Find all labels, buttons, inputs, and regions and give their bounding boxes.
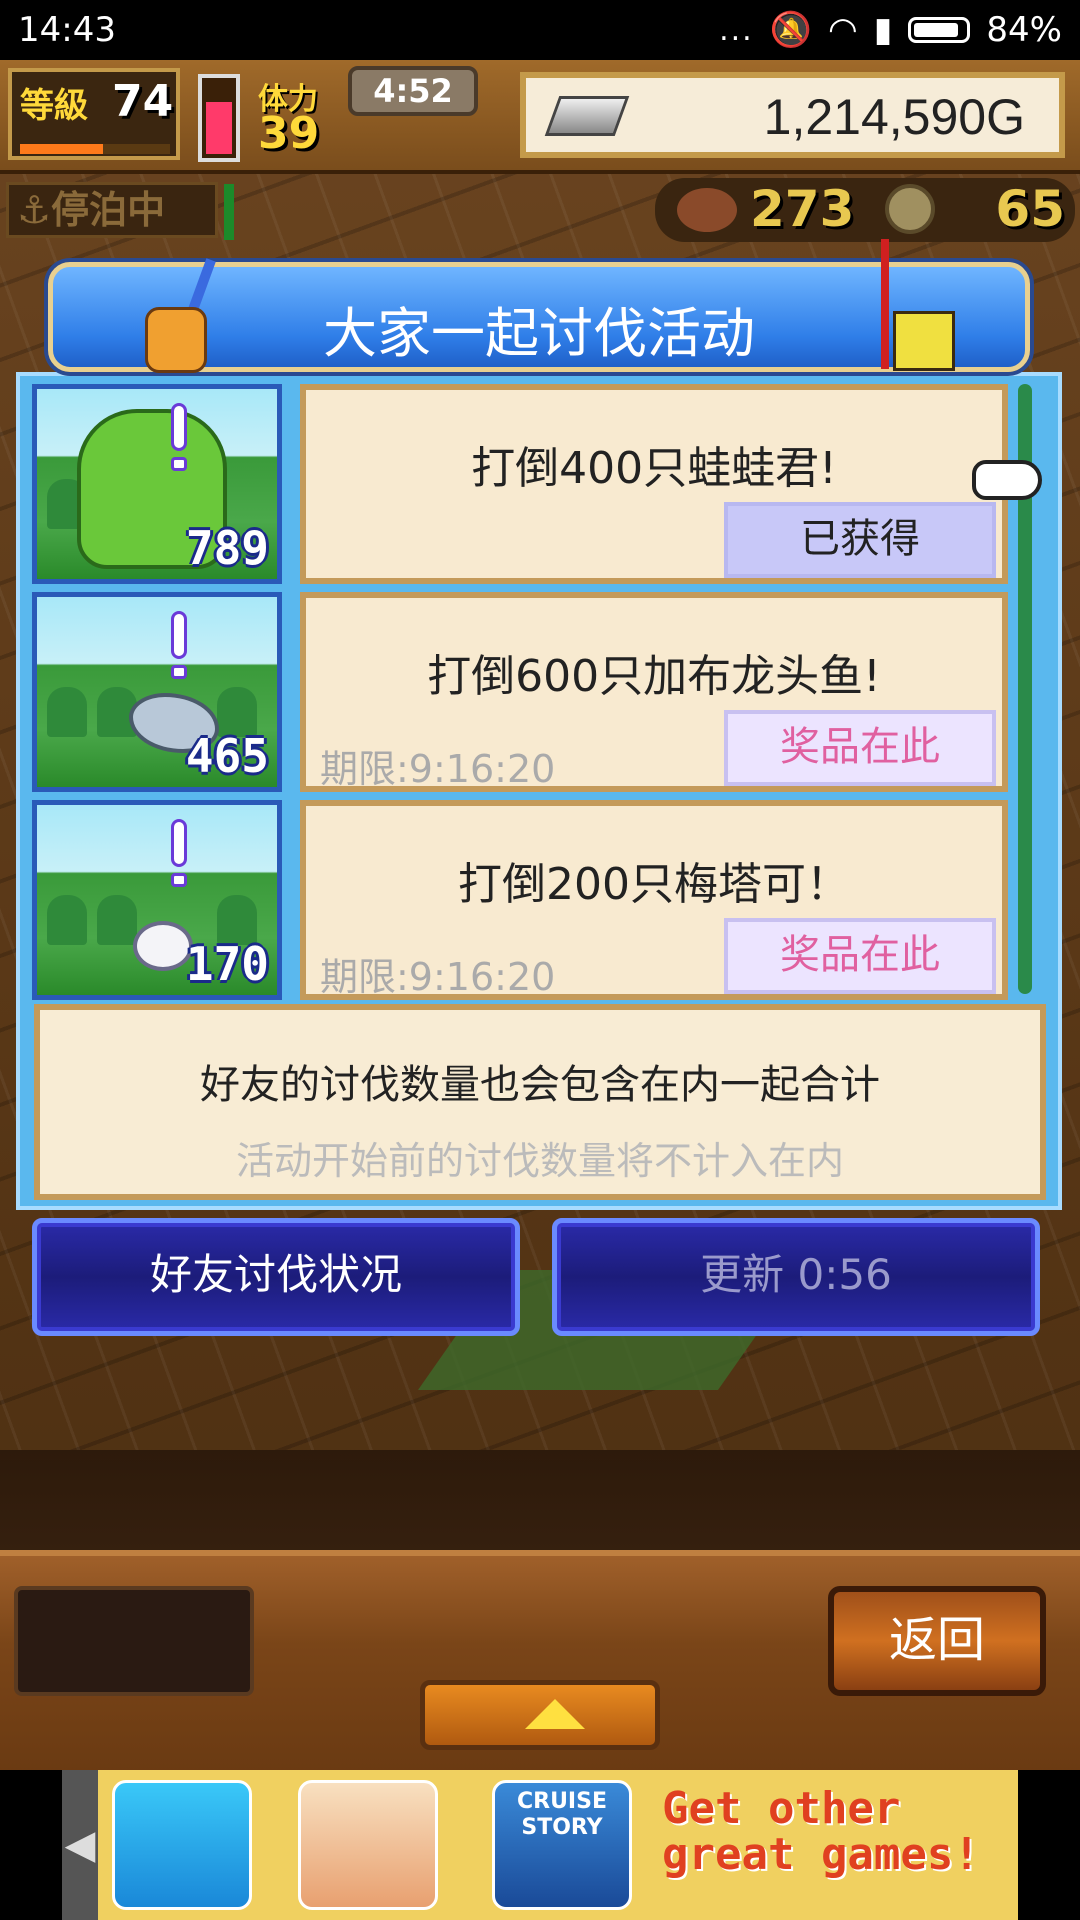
level-progress-bar bbox=[20, 144, 170, 154]
claim-prize-button[interactable]: 奖品在此 bbox=[724, 710, 996, 786]
alert-dot bbox=[171, 873, 187, 887]
claim-prize-button[interactable]: 奖品在此 bbox=[724, 918, 996, 994]
alert-icon bbox=[171, 403, 187, 451]
mission-deadline: 期限:9:16:20 bbox=[320, 747, 556, 791]
meat-icon bbox=[677, 188, 737, 232]
monster-thumbnail: 170 bbox=[32, 800, 282, 1000]
bottom-menu: 返回 bbox=[0, 1550, 1080, 1776]
stamina-gauge bbox=[198, 74, 240, 162]
friends-status-button[interactable]: 好友讨伐状况 bbox=[32, 1218, 520, 1336]
more-dots-icon: ... bbox=[719, 12, 754, 48]
alert-icon bbox=[171, 611, 187, 659]
back-button[interactable]: 返回 bbox=[828, 1586, 1046, 1696]
battery-icon bbox=[908, 17, 971, 43]
mission-card: 打倒200只梅塔可！ 期限:9:16:20 奖品在此 bbox=[300, 800, 1008, 1000]
knight-mascot-icon bbox=[893, 311, 955, 371]
game-tile-cruise[interactable]: CRUISE STORY bbox=[492, 1780, 632, 1910]
event-title-banner: 大家一起讨伐活动 bbox=[48, 239, 1030, 373]
ad-text[interactable]: Get other great games! bbox=[662, 1786, 1022, 1878]
monster-thumbnail: 465 bbox=[32, 592, 282, 792]
rabbit-monster-icon bbox=[133, 921, 193, 971]
signal-icon: ▮ bbox=[873, 10, 893, 50]
note-sub-text: 活动开始前的讨伐数量将不计入在内 bbox=[235, 1139, 844, 1183]
game-tile-rocket[interactable] bbox=[112, 1780, 252, 1910]
gold-display: 1,214,590G bbox=[520, 72, 1065, 158]
medal-value: 65 bbox=[995, 180, 1065, 238]
chevron-left-icon[interactable]: ◀ bbox=[62, 1770, 98, 1920]
level-progress-fill bbox=[20, 144, 103, 154]
stamina-value: 39 bbox=[258, 108, 320, 159]
battery-percent: 84% bbox=[986, 10, 1062, 50]
mission-card: 打倒600只加布龙头鱼! 期限:9:16:20 奖品在此 bbox=[300, 592, 1008, 792]
stamina-timer: 4:52 bbox=[348, 66, 478, 116]
status-bar: 14:43 ... 🔕 ◠ ▮ 84% bbox=[0, 0, 1080, 60]
clock: 14:43 bbox=[18, 10, 116, 50]
mission-title: 打倒200只梅塔可！ bbox=[458, 859, 850, 910]
event-item: 465 打倒600只加布龙头鱼! 期限:9:16:20 奖品在此 bbox=[32, 592, 1008, 792]
alert-icon bbox=[171, 819, 187, 867]
alert-dot bbox=[171, 665, 187, 679]
event-item: 170 打倒200只梅塔可！ 期限:9:16:20 奖品在此 bbox=[32, 800, 1008, 1000]
ad-content[interactable]: ◀ CRUISE STORY Get other great games! bbox=[62, 1770, 1018, 1920]
mission-card: 打倒400只蛙蛙君! 已获得 bbox=[300, 384, 1008, 584]
level-display[interactable]: 等級 74 bbox=[8, 68, 180, 160]
level-label: 等級 bbox=[20, 86, 88, 126]
port-status[interactable]: ⚓停泊中 bbox=[6, 182, 218, 238]
silver-ingot-icon bbox=[544, 96, 630, 136]
mute-bell-icon: 🔕 bbox=[769, 10, 813, 50]
event-note: 好友的讨伐数量也会包含在内一起合计 活动开始前的讨伐数量将不计入在内 bbox=[34, 1004, 1046, 1200]
pointing-hand-icon bbox=[972, 460, 1042, 500]
kill-count: 170 bbox=[185, 937, 269, 991]
medal-icon bbox=[885, 184, 935, 234]
bush bbox=[47, 895, 87, 945]
wifi-icon: ◠ bbox=[828, 10, 858, 50]
game-tile-fashion[interactable] bbox=[298, 1780, 438, 1910]
spear-icon bbox=[881, 239, 889, 369]
mission-title: 打倒400只蛙蛙君! bbox=[471, 443, 837, 494]
alert-dot bbox=[171, 457, 187, 471]
bush bbox=[47, 687, 87, 737]
mission-deadline: 期限:9:16:20 bbox=[320, 955, 556, 999]
event-title: 大家一起讨伐活动 bbox=[323, 302, 755, 365]
port-status-label: 停泊中 bbox=[51, 188, 166, 232]
up-arrow-icon bbox=[525, 1699, 585, 1729]
update-button[interactable]: 更新 0:56 bbox=[552, 1218, 1040, 1336]
ad-banner[interactable]: ◀ CRUISE STORY Get other great games! bbox=[0, 1770, 1080, 1920]
food-value: 273 bbox=[750, 180, 855, 238]
resource-box: 273 65 bbox=[655, 178, 1075, 242]
note-main-text: 好友的讨伐数量也会包含在内一起合计 bbox=[200, 1062, 880, 1108]
mission-title: 打倒600只加布龙头鱼! bbox=[427, 651, 881, 702]
kill-count: 465 bbox=[185, 729, 269, 783]
kill-count: 789 bbox=[185, 521, 269, 575]
status-indicator bbox=[224, 184, 234, 240]
top-hud: 等級 74 体力 39 4:52 1,214,590G bbox=[0, 60, 1080, 174]
event-item: 789 打倒400只蛙蛙君! 已获得 bbox=[32, 384, 1008, 584]
expand-menu-button[interactable] bbox=[420, 1680, 660, 1750]
bush bbox=[97, 895, 137, 945]
level-value: 74 bbox=[112, 76, 174, 127]
info-slot bbox=[14, 1586, 254, 1696]
monster-thumbnail: 789 bbox=[32, 384, 282, 584]
resource-row: ⚓停泊中 273 65 bbox=[0, 174, 1080, 244]
claimed-button[interactable]: 已获得 bbox=[724, 502, 996, 578]
gold-value: 1,214,590G bbox=[763, 89, 1025, 145]
stamina-fill bbox=[206, 102, 232, 154]
